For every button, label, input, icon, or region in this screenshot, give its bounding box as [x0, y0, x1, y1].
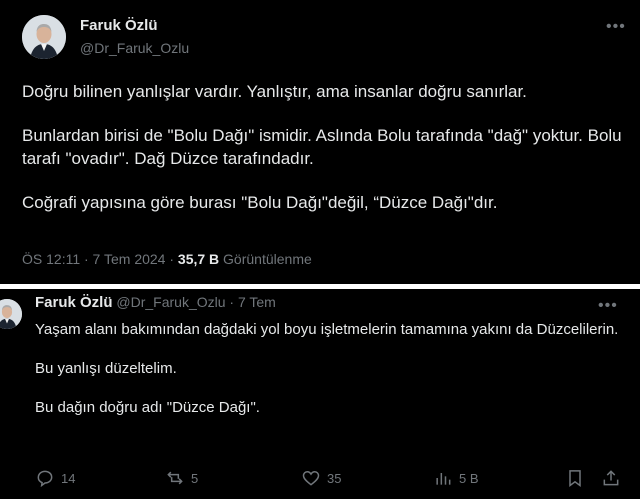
tweet-paragraph: Yaşam alanı bakımından dağdaki yol boyu … — [35, 321, 619, 338]
reply-button[interactable]: 14 — [35, 467, 75, 489]
bookmark-icon — [565, 468, 585, 488]
repost-button[interactable]: 5 — [165, 467, 198, 489]
timestamp[interactable]: ÖS 12:11 · 7 Tem 2024 · — [22, 251, 174, 267]
views-button[interactable]: 5 B — [433, 467, 479, 489]
tweet-paragraph: Bu yanlışı düzeltelim. — [35, 360, 177, 377]
action-bar: 14 5 35 5 B — [35, 467, 625, 489]
tweet-paragraph: Bunlardan birisi de "Bolu Dağı" ismidir.… — [22, 126, 622, 168]
tweet-paragraph: Coğrafi yapısına göre burası "Bolu Dağı"… — [22, 193, 498, 212]
like-count: 35 — [327, 470, 342, 486]
tweet-text: Yaşam alanı bakımından dağdaki yol boyu … — [35, 319, 630, 436]
tweet-meta: ÖS 12:11 · 7 Tem 2024 · 35,7 B Görüntüle… — [22, 251, 312, 267]
views-count: 35,7 B — [177, 251, 220, 267]
repost-icon — [165, 468, 185, 488]
repost-count: 5 — [191, 470, 199, 486]
tweet-paragraph: Bu dağın doğru adı "Düzce Dağı". — [35, 399, 260, 416]
reply-count: 14 — [61, 470, 76, 486]
more-icon[interactable]: ••• — [606, 18, 626, 36]
tweet-text: Doğru bilinen yanlışlar vardır. Yanlıştı… — [22, 80, 622, 235]
reply-icon — [35, 468, 55, 488]
share-button[interactable] — [601, 467, 621, 489]
main-tweet[interactable]: Faruk Özlü @Dr_Faruk_Ozlu ••• Doğru bili… — [0, 0, 640, 284]
author-handle[interactable]: @Dr_Faruk_Ozlu · 7 Tem — [116, 294, 275, 310]
reply-tweet[interactable]: Faruk Özlü @Dr_Faruk_Ozlu · 7 Tem ••• Ya… — [0, 289, 640, 499]
author-handle[interactable]: @Dr_Faruk_Ozlu — [80, 40, 189, 56]
avatar[interactable] — [22, 15, 66, 59]
author-name[interactable]: Faruk Özlü — [35, 294, 113, 311]
more-icon[interactable]: ••• — [598, 297, 618, 315]
share-icon — [601, 468, 621, 488]
views-icon — [433, 468, 453, 488]
views-label: Görüntülenme — [223, 251, 312, 267]
tweet-paragraph: Doğru bilinen yanlışlar vardır. Yanlıştı… — [22, 82, 527, 101]
reply-header: Faruk Özlü @Dr_Faruk_Ozlu · 7 Tem — [35, 294, 276, 311]
author-name[interactable]: Faruk Özlü — [80, 17, 158, 34]
bookmark-button[interactable] — [565, 467, 585, 489]
views-count: 5 B — [459, 470, 479, 486]
like-icon — [301, 468, 321, 488]
avatar[interactable] — [0, 299, 22, 329]
like-button[interactable]: 35 — [301, 467, 341, 489]
